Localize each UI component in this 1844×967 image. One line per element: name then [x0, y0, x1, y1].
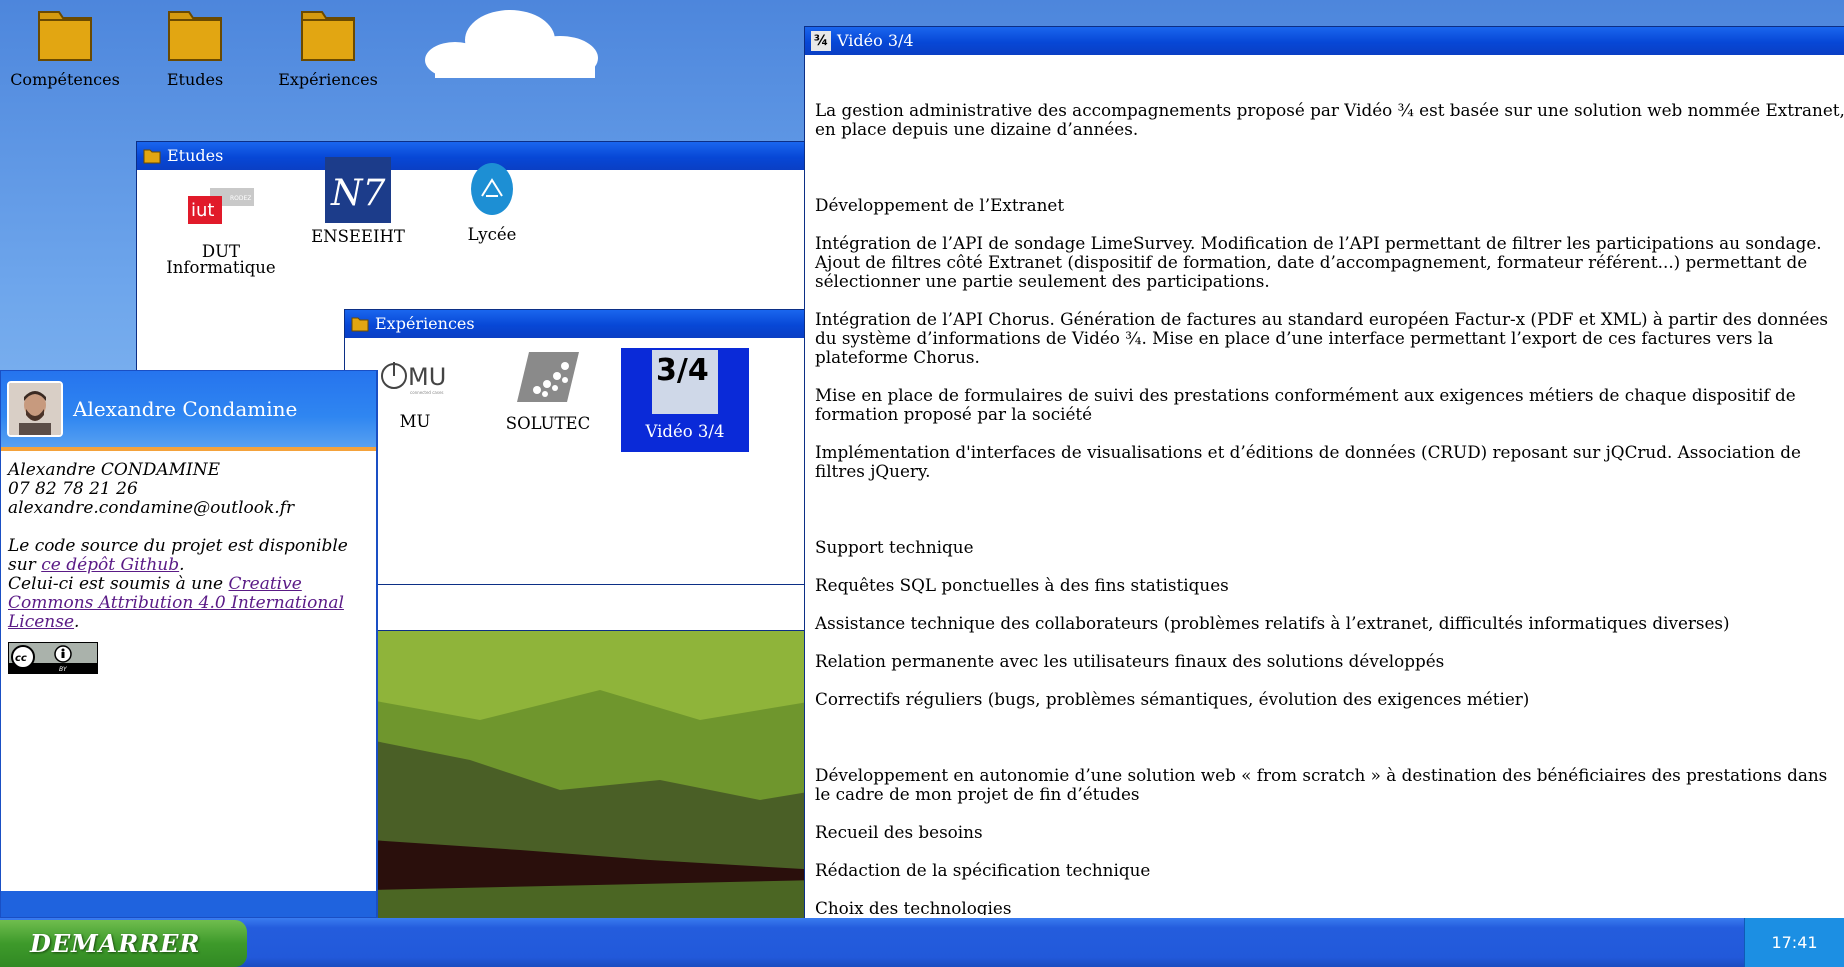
cloud	[425, 10, 598, 78]
content-paragraph: Rédaction de la spécification technique	[815, 860, 1151, 880]
cc-icon: cc BY	[9, 643, 97, 673]
window-title: Vidéo 3/4	[837, 31, 914, 50]
period: .	[179, 555, 185, 575]
desktop-icon-etudes[interactable]: Etudes	[130, 8, 260, 89]
folder-icon	[143, 149, 161, 163]
n7-logo-icon: N7	[325, 157, 391, 223]
window-video34[interactable]: ¾ Vidéo 3/4 La gestion administrative de…	[804, 26, 1844, 922]
content-paragraph: Correctifs réguliers (bugs, problèmes sé…	[815, 689, 1530, 709]
window-titlebar[interactable]: Expériences	[345, 310, 863, 338]
folder-icon	[301, 11, 355, 61]
profile-header: Alexandre Condamine	[1, 371, 376, 451]
video34-logo-icon: 3/4	[652, 350, 718, 414]
profile-email: alexandre.condamine@outlook.fr	[8, 498, 295, 518]
content-paragraph: Implémentation d'interfaces de visualisa…	[815, 442, 1801, 481]
svg-text:BY: BY	[59, 666, 68, 673]
desktop-icon-label: Expériences	[278, 70, 378, 89]
content-paragraph: La gestion administrative des accompagne…	[815, 100, 1844, 139]
tile-label: ENSEEIHT	[311, 227, 405, 246]
license-notice: Celui-ci est soumis à une Creative Commo…	[8, 575, 369, 632]
window-content: La gestion administrative des accompagne…	[805, 55, 1844, 916]
svg-text:cc: cc	[15, 653, 27, 664]
profile-panel: Alexandre Condamine Alexandre CONDAMINE …	[0, 370, 378, 918]
profile-full-name: Alexandre CONDAMINE	[8, 460, 221, 480]
period: .	[74, 612, 80, 632]
tile-label: Vidéo 3/4	[645, 422, 725, 441]
folder-icon	[38, 11, 92, 61]
content-paragraph: Support technique	[815, 537, 974, 557]
etudes-item-enseeiht[interactable]: N7 ENSEEIHT	[294, 157, 422, 245]
content-paragraph: Assistance technique des collaborateurs …	[815, 613, 1730, 633]
window-experiences[interactable]: Expériences MU connected cases MU SOLUTE…	[344, 309, 864, 585]
profile-footer	[1, 891, 376, 917]
folder-icon	[168, 11, 222, 61]
content-paragraph: Mise en place de formulaires de suivi de…	[815, 385, 1796, 424]
content-paragraph: Requêtes SQL ponctuelles à des fins stat…	[815, 575, 1229, 595]
profile-body: Alexandre CONDAMINE 07 82 78 21 26 alexa…	[1, 451, 376, 684]
lycee-logo-icon	[471, 163, 513, 215]
content-paragraph: Intégration de l’API Chorus. Génération …	[815, 309, 1828, 367]
etudes-item-lycee[interactable]: Lycée	[428, 162, 556, 243]
tile-label: SOLUTEC	[505, 414, 591, 433]
svg-text:connected cases: connected cases	[410, 390, 444, 395]
experiences-item-video34[interactable]: 3/4 Vidéo 3/4	[621, 348, 749, 452]
source-notice: Le code source du projet est disponible …	[8, 537, 369, 575]
profile-phone: 07 82 78 21 26	[8, 479, 138, 499]
cc-by-badge[interactable]: cc BY	[8, 642, 98, 674]
window-titlebar[interactable]: ¾ Vidéo 3/4	[805, 27, 1844, 55]
start-button[interactable]: DEMARRER	[0, 920, 247, 967]
desktop-icon-experiences[interactable]: Expériences	[263, 8, 393, 89]
avatar	[7, 381, 63, 437]
tile-label: Lycée	[467, 225, 517, 244]
svg-text:MU: MU	[408, 363, 446, 391]
svg-text:iut: iut	[191, 200, 214, 221]
svg-text:N7: N7	[330, 173, 386, 214]
clock: 17:41	[1744, 918, 1844, 967]
experiences-item-solutec[interactable]: SOLUTEC	[484, 348, 612, 452]
tile-label: DUT Informatique	[166, 242, 276, 277]
taskbar: DEMARRER 17:41	[0, 918, 1844, 967]
window-title: Expériences	[375, 314, 475, 333]
etudes-item-dut[interactable]: RODEZ iut DUT Informatique	[157, 182, 285, 276]
mu-logo-icon: MU connected cases	[381, 362, 446, 395]
solutec-logo-icon	[517, 352, 579, 402]
github-link[interactable]: ce dépôt Github	[41, 555, 179, 575]
avatar-photo	[9, 383, 61, 435]
content-paragraph: Choix des technologies	[815, 898, 1012, 916]
desktop-icon-label: Compétences	[10, 70, 120, 89]
content-paragraph: Développement de l’Extranet	[815, 195, 1065, 215]
content-paragraph: Recueil des besoins	[815, 822, 983, 842]
folder-icon	[351, 317, 369, 331]
window-title: Etudes	[167, 146, 224, 165]
profile-name: Alexandre Condamine	[73, 397, 298, 421]
content-paragraph: Développement en autonomie d’une solutio…	[815, 765, 1828, 804]
desktop-icon-label: Etudes	[166, 70, 224, 89]
svg-text:3/4: 3/4	[656, 353, 709, 388]
license-text: Celui-ci est soumis à une	[8, 574, 224, 594]
content-paragraph: Intégration de l’API de sondage LimeSurv…	[815, 233, 1822, 291]
iut-logo-icon: RODEZ iut	[188, 188, 254, 224]
content-paragraph: Relation permanente avec les utilisateur…	[815, 651, 1445, 671]
video34-title-icon: ¾	[811, 31, 831, 51]
svg-text:RODEZ: RODEZ	[230, 195, 251, 202]
desktop-icon-competences[interactable]: Compétences	[0, 8, 130, 89]
